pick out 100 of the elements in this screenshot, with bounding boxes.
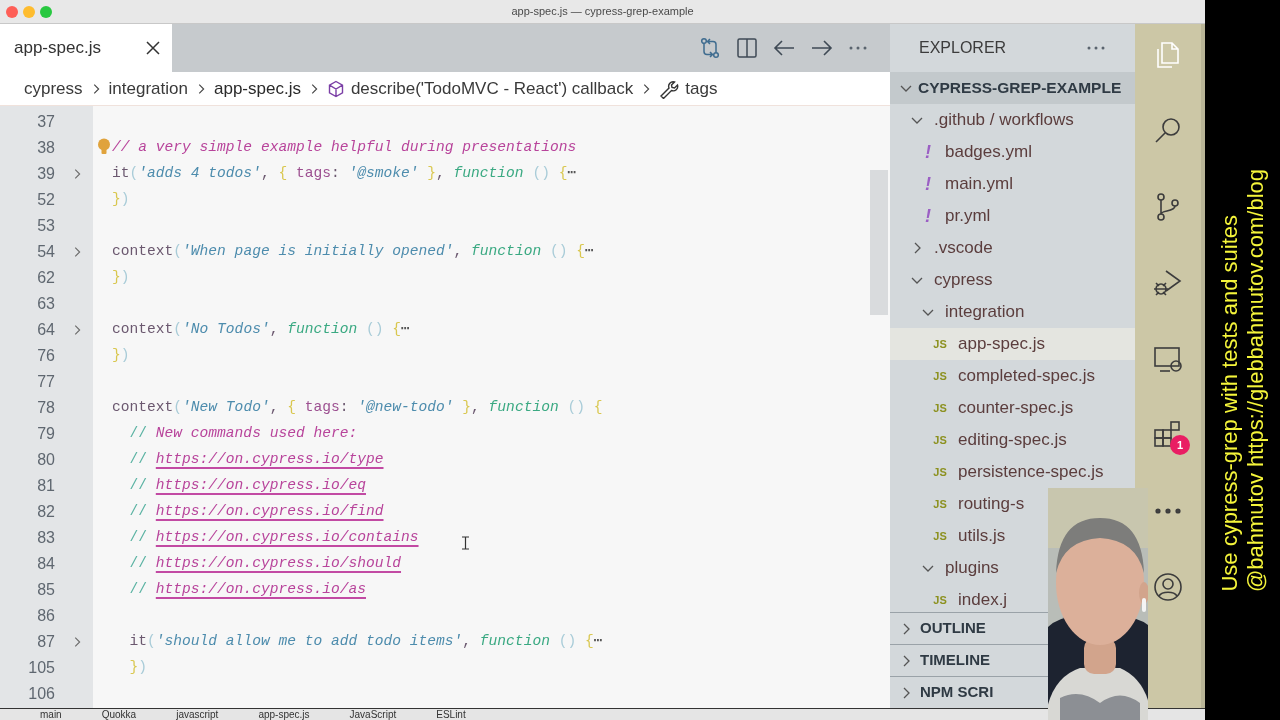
code-line: // https://on.cypress.io/eq [128, 476, 366, 496]
file-item[interactable]: completed-spec.js [958, 363, 1095, 389]
code-line: // a very simple example helpful during presentations [112, 138, 577, 158]
line-number: 77 [36, 372, 55, 392]
code-line: // https://on.cypress.io/as [128, 580, 366, 600]
line-number: 53 [36, 216, 55, 236]
line-number: 52 [36, 190, 55, 210]
code-line: // https://on.cypress.io/should [128, 554, 401, 574]
folder-item[interactable]: .github / workflows [934, 107, 1074, 133]
section-header[interactable]: NPM SCRI [920, 681, 994, 704]
section-header[interactable]: TIMELINE [920, 649, 990, 672]
video-caption: @bahmutov https://glebbahmutov.com/blog [1242, 168, 1269, 592]
code-link[interactable]: https://on.cypress.io/should [155, 555, 401, 572]
code-link[interactable]: https://on.cypress.io/type [155, 451, 384, 468]
status-item[interactable]: Quokka [101, 709, 137, 720]
line-number: 83 [36, 528, 55, 548]
video-caption: Use cypress-grep with tests and suites [1216, 215, 1243, 592]
js-file-icon: JS [931, 463, 949, 481]
breadcrumb-item[interactable]: integration [108, 75, 188, 102]
status-item[interactable]: javascript [176, 709, 219, 720]
file-item[interactable]: app-spec.js [958, 331, 1045, 357]
cube-icon [326, 79, 345, 98]
line-number: 85 [36, 580, 55, 600]
code-line: context('New Todo', { tags: '@new-todo' }, function () { [112, 398, 603, 418]
yaml-file-icon: ! [920, 202, 936, 230]
line-number: 63 [36, 294, 55, 314]
js-file-icon: JS [931, 431, 949, 449]
compare-changes-icon[interactable] [698, 36, 722, 60]
breadcrumb-item[interactable]: cypress [24, 75, 83, 102]
code-line: // New commands used here: [128, 424, 358, 444]
split-editor-icon[interactable] [736, 37, 758, 59]
line-number: 84 [36, 554, 55, 574]
code-link[interactable]: https://on.cypress.io/contains [155, 529, 419, 546]
yaml-file-icon: ! [920, 138, 936, 166]
folder-item[interactable]: integration [945, 299, 1025, 325]
file-item[interactable]: counter-spec.js [958, 395, 1074, 421]
code-line: // https://on.cypress.io/find [128, 502, 384, 522]
js-file-icon: JS [931, 399, 949, 417]
line-number: 78 [36, 398, 55, 418]
code-line: }) [128, 658, 148, 678]
line-number: 76 [36, 346, 55, 366]
account-icon[interactable] [1152, 571, 1184, 603]
code-line: // https://on.cypress.io/type [128, 450, 384, 470]
breadcrumb-item[interactable]: tags [685, 75, 718, 102]
js-file-icon: JS [931, 335, 949, 353]
code-line: // https://on.cypress.io/contains [128, 528, 419, 548]
text-cursor-icon [461, 536, 470, 550]
close-icon[interactable] [146, 41, 160, 55]
line-number: 82 [36, 502, 55, 522]
tab-label: app-spec.js [14, 37, 101, 60]
window-title: app-spec.js — cypress-grep-example [511, 4, 694, 20]
line-number: 62 [36, 268, 55, 288]
line-number: 38 [36, 138, 55, 158]
code-line: it('adds 4 todos', { tags: '@smoke' }, function () {⋯ [112, 164, 577, 184]
line-number: 39 [36, 164, 55, 184]
code-line: context('When page is initially opened', function () {⋯ [112, 242, 594, 262]
file-item[interactable]: routing-s [958, 491, 1025, 517]
line-number: 106 [27, 684, 55, 704]
line-number: 37 [36, 112, 55, 132]
more-actions-icon[interactable] [1086, 45, 1106, 51]
more-actions-icon[interactable] [848, 45, 868, 51]
line-number: 81 [36, 476, 55, 496]
file-item[interactable]: persistence-spec.js [958, 459, 1104, 485]
status-item[interactable]: JavaScript [349, 709, 397, 720]
breadcrumb-item[interactable]: describe('TodoMVC - React') callback [350, 75, 634, 102]
folder-item[interactable]: .vscode [934, 235, 993, 261]
yaml-file-icon: ! [920, 170, 936, 198]
breadcrumb-item[interactable]: app-spec.js [213, 75, 301, 102]
line-number: 87 [36, 632, 55, 652]
file-item[interactable]: main.yml [945, 171, 1013, 197]
line-number: 64 [36, 320, 55, 340]
code-link[interactable]: https://on.cypress.io/eq [155, 477, 366, 494]
line-number: 54 [36, 242, 55, 262]
wrench-icon [659, 78, 680, 99]
status-item[interactable]: ESLint [436, 709, 466, 720]
scrollbar-thumb[interactable] [870, 170, 888, 315]
file-item[interactable]: badges.yml [945, 139, 1032, 165]
code-link[interactable]: https://on.cypress.io/as [155, 581, 366, 598]
notification-badge: 1 [1170, 435, 1190, 455]
section-header[interactable]: OUTLINE [920, 617, 986, 640]
status-item[interactable]: app-spec.js [258, 709, 310, 720]
code-link[interactable]: https://on.cypress.io/find [155, 503, 384, 520]
code-line: }) [112, 190, 130, 210]
sidebar-title: EXPLORER [919, 38, 1007, 58]
folder-item[interactable]: cypress [934, 267, 993, 293]
code-line: context('No Todos', function () {⋯ [112, 320, 410, 340]
js-file-icon: JS [931, 527, 949, 545]
editor-tab[interactable]: app-spec.js [0, 24, 172, 72]
js-file-icon: JS [931, 367, 949, 385]
file-item[interactable]: editing-spec.js [958, 427, 1067, 453]
file-item[interactable]: pr.yml [945, 203, 991, 229]
file-item[interactable]: index.j [958, 587, 1008, 612]
forward-arrow-icon[interactable] [810, 38, 834, 58]
status-item[interactable]: main [40, 709, 62, 720]
js-file-icon: JS [931, 591, 949, 609]
file-item[interactable]: utils.js [958, 523, 1006, 549]
line-number: 80 [36, 450, 55, 470]
back-arrow-icon[interactable] [772, 38, 796, 58]
line-number: 79 [36, 424, 55, 444]
folder-item[interactable]: plugins [945, 555, 999, 581]
